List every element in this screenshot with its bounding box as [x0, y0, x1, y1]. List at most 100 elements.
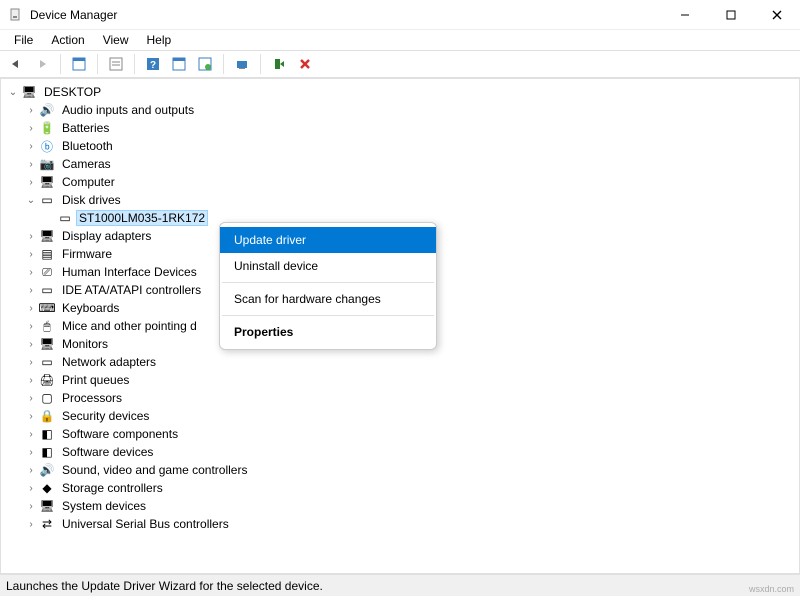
- tree-node-label: Mice and other pointing d: [59, 319, 200, 333]
- expand-icon[interactable]: ›: [25, 338, 37, 350]
- menubar: File Action View Help: [0, 30, 800, 50]
- window-titlebar: Device Manager: [0, 0, 800, 30]
- toolbar-separator: [223, 54, 224, 74]
- device-icon: 🖨: [39, 372, 55, 388]
- device-icon: 🔊: [39, 102, 55, 118]
- device-icon: 🔊: [39, 462, 55, 478]
- maximize-button[interactable]: [708, 0, 754, 30]
- tree-node-label: Security devices: [59, 409, 152, 423]
- expand-icon[interactable]: ›: [25, 158, 37, 170]
- enable-device-button[interactable]: [267, 52, 291, 76]
- menu-view[interactable]: View: [95, 31, 137, 49]
- tree-node[interactable]: ⌄▭ Disk drives: [1, 191, 799, 209]
- expand-icon[interactable]: ›: [25, 140, 37, 152]
- uninstall-device-button[interactable]: [293, 52, 317, 76]
- action-button[interactable]: [167, 52, 191, 76]
- context-separator: [222, 282, 434, 283]
- minimize-button[interactable]: [662, 0, 708, 30]
- tree-node-label: Keyboards: [59, 301, 122, 315]
- tree-node-label: Print queues: [59, 373, 132, 387]
- update-driver-button[interactable]: [230, 52, 254, 76]
- help-button[interactable]: ?: [141, 52, 165, 76]
- expand-icon[interactable]: ›: [25, 302, 37, 314]
- tree-node-label: ST1000LM035-1RK172: [76, 210, 208, 226]
- device-icon: 🖱: [39, 318, 55, 334]
- expand-icon[interactable]: ›: [25, 428, 37, 440]
- device-icon: ◧: [39, 426, 55, 442]
- device-icon: 🔒: [39, 408, 55, 424]
- expand-icon[interactable]: ›: [25, 122, 37, 134]
- device-icon: ◧: [39, 444, 55, 460]
- menu-help[interactable]: Help: [139, 31, 180, 49]
- context-item[interactable]: Scan for hardware changes: [220, 286, 436, 312]
- expand-icon[interactable]: ›: [25, 374, 37, 386]
- tree-node[interactable]: ›🖥Computer: [1, 173, 799, 191]
- expand-icon[interactable]: ›: [25, 446, 37, 458]
- tree-node[interactable]: ⌄🖥DESKTOP: [1, 83, 799, 101]
- device-icon: ⎚: [39, 264, 55, 280]
- show-hide-tree-button[interactable]: [67, 52, 91, 76]
- tree-node[interactable]: ›▭Network adapters: [1, 353, 799, 371]
- expand-icon[interactable]: ›: [25, 518, 37, 530]
- status-text: Launches the Update Driver Wizard for th…: [6, 579, 323, 593]
- expand-icon[interactable]: ›: [25, 248, 37, 260]
- toolbar-separator: [97, 54, 98, 74]
- device-icon: ▭: [39, 282, 55, 298]
- context-item[interactable]: Update driver: [220, 227, 436, 253]
- forward-button[interactable]: [30, 52, 54, 76]
- expand-icon[interactable]: ›: [25, 410, 37, 422]
- tree-node-label: IDE ATA/ATAPI controllers: [59, 283, 204, 297]
- expand-icon[interactable]: ›: [25, 392, 37, 404]
- tree-node-label: Processors: [59, 391, 125, 405]
- expand-icon[interactable]: ›: [25, 356, 37, 368]
- toolbar-separator: [260, 54, 261, 74]
- device-icon: 🖥: [21, 84, 37, 100]
- tree-node[interactable]: ›◆Storage controllers: [1, 479, 799, 497]
- tree-node[interactable]: ›🖥System devices: [1, 497, 799, 515]
- expand-icon[interactable]: ›: [25, 176, 37, 188]
- context-item[interactable]: Properties: [220, 319, 436, 345]
- context-menu: Update driverUninstall device Scan for ha…: [219, 222, 437, 350]
- tree-node-label: Storage controllers: [59, 481, 166, 495]
- collapse-icon[interactable]: ⌄: [25, 194, 37, 206]
- tree-node[interactable]: ›🖨 Print queues: [1, 371, 799, 389]
- device-icon: ▭: [39, 192, 55, 208]
- back-button[interactable]: [4, 52, 28, 76]
- expand-icon[interactable]: ›: [25, 104, 37, 116]
- collapse-icon[interactable]: ⌄: [7, 86, 19, 98]
- expand-icon[interactable]: ›: [25, 230, 37, 242]
- expand-icon[interactable]: ›: [25, 464, 37, 476]
- tree-node[interactable]: ›▢Processors: [1, 389, 799, 407]
- tree-node-label: Display adapters: [59, 229, 154, 243]
- expand-icon[interactable]: ›: [25, 482, 37, 494]
- tree-node[interactable]: ›🔋Batteries: [1, 119, 799, 137]
- device-icon: 🖥: [39, 228, 55, 244]
- close-button[interactable]: [754, 0, 800, 30]
- tree-node-label: Firmware: [59, 247, 115, 261]
- window-title: Device Manager: [30, 8, 117, 22]
- tree-node[interactable]: ›🔊Audio inputs and outputs: [1, 101, 799, 119]
- tree-node[interactable]: ›⇄Universal Serial Bus controllers: [1, 515, 799, 533]
- tree-node[interactable]: ›🔊Sound, video and game controllers: [1, 461, 799, 479]
- toolbar: ?: [0, 50, 800, 78]
- context-item[interactable]: Uninstall device: [220, 253, 436, 279]
- menu-action[interactable]: Action: [43, 31, 92, 49]
- tree-node[interactable]: ›ⓑBluetooth: [1, 137, 799, 155]
- tree-node[interactable]: ›◧Software components: [1, 425, 799, 443]
- tree-node-label: Disk drives: [59, 193, 124, 207]
- scan-hardware-button[interactable]: [193, 52, 217, 76]
- expand-icon[interactable]: ›: [25, 320, 37, 332]
- tree-node[interactable]: ›📷Cameras: [1, 155, 799, 173]
- tree-node-label: Bluetooth: [59, 139, 116, 153]
- expand-icon[interactable]: ›: [25, 266, 37, 278]
- tree-node[interactable]: ›🔒 Security devices: [1, 407, 799, 425]
- expand-icon[interactable]: ›: [25, 500, 37, 512]
- properties-button[interactable]: [104, 52, 128, 76]
- menu-file[interactable]: File: [6, 31, 41, 49]
- svg-text:?: ?: [150, 60, 156, 71]
- tree-node-label: Batteries: [59, 121, 112, 135]
- device-tree-pane[interactable]: ⌄🖥DESKTOP›🔊Audio inputs and outputs›🔋Bat…: [0, 78, 800, 574]
- tree-node-label: Monitors: [59, 337, 111, 351]
- tree-node[interactable]: ›◧Software devices: [1, 443, 799, 461]
- expand-icon[interactable]: ›: [25, 284, 37, 296]
